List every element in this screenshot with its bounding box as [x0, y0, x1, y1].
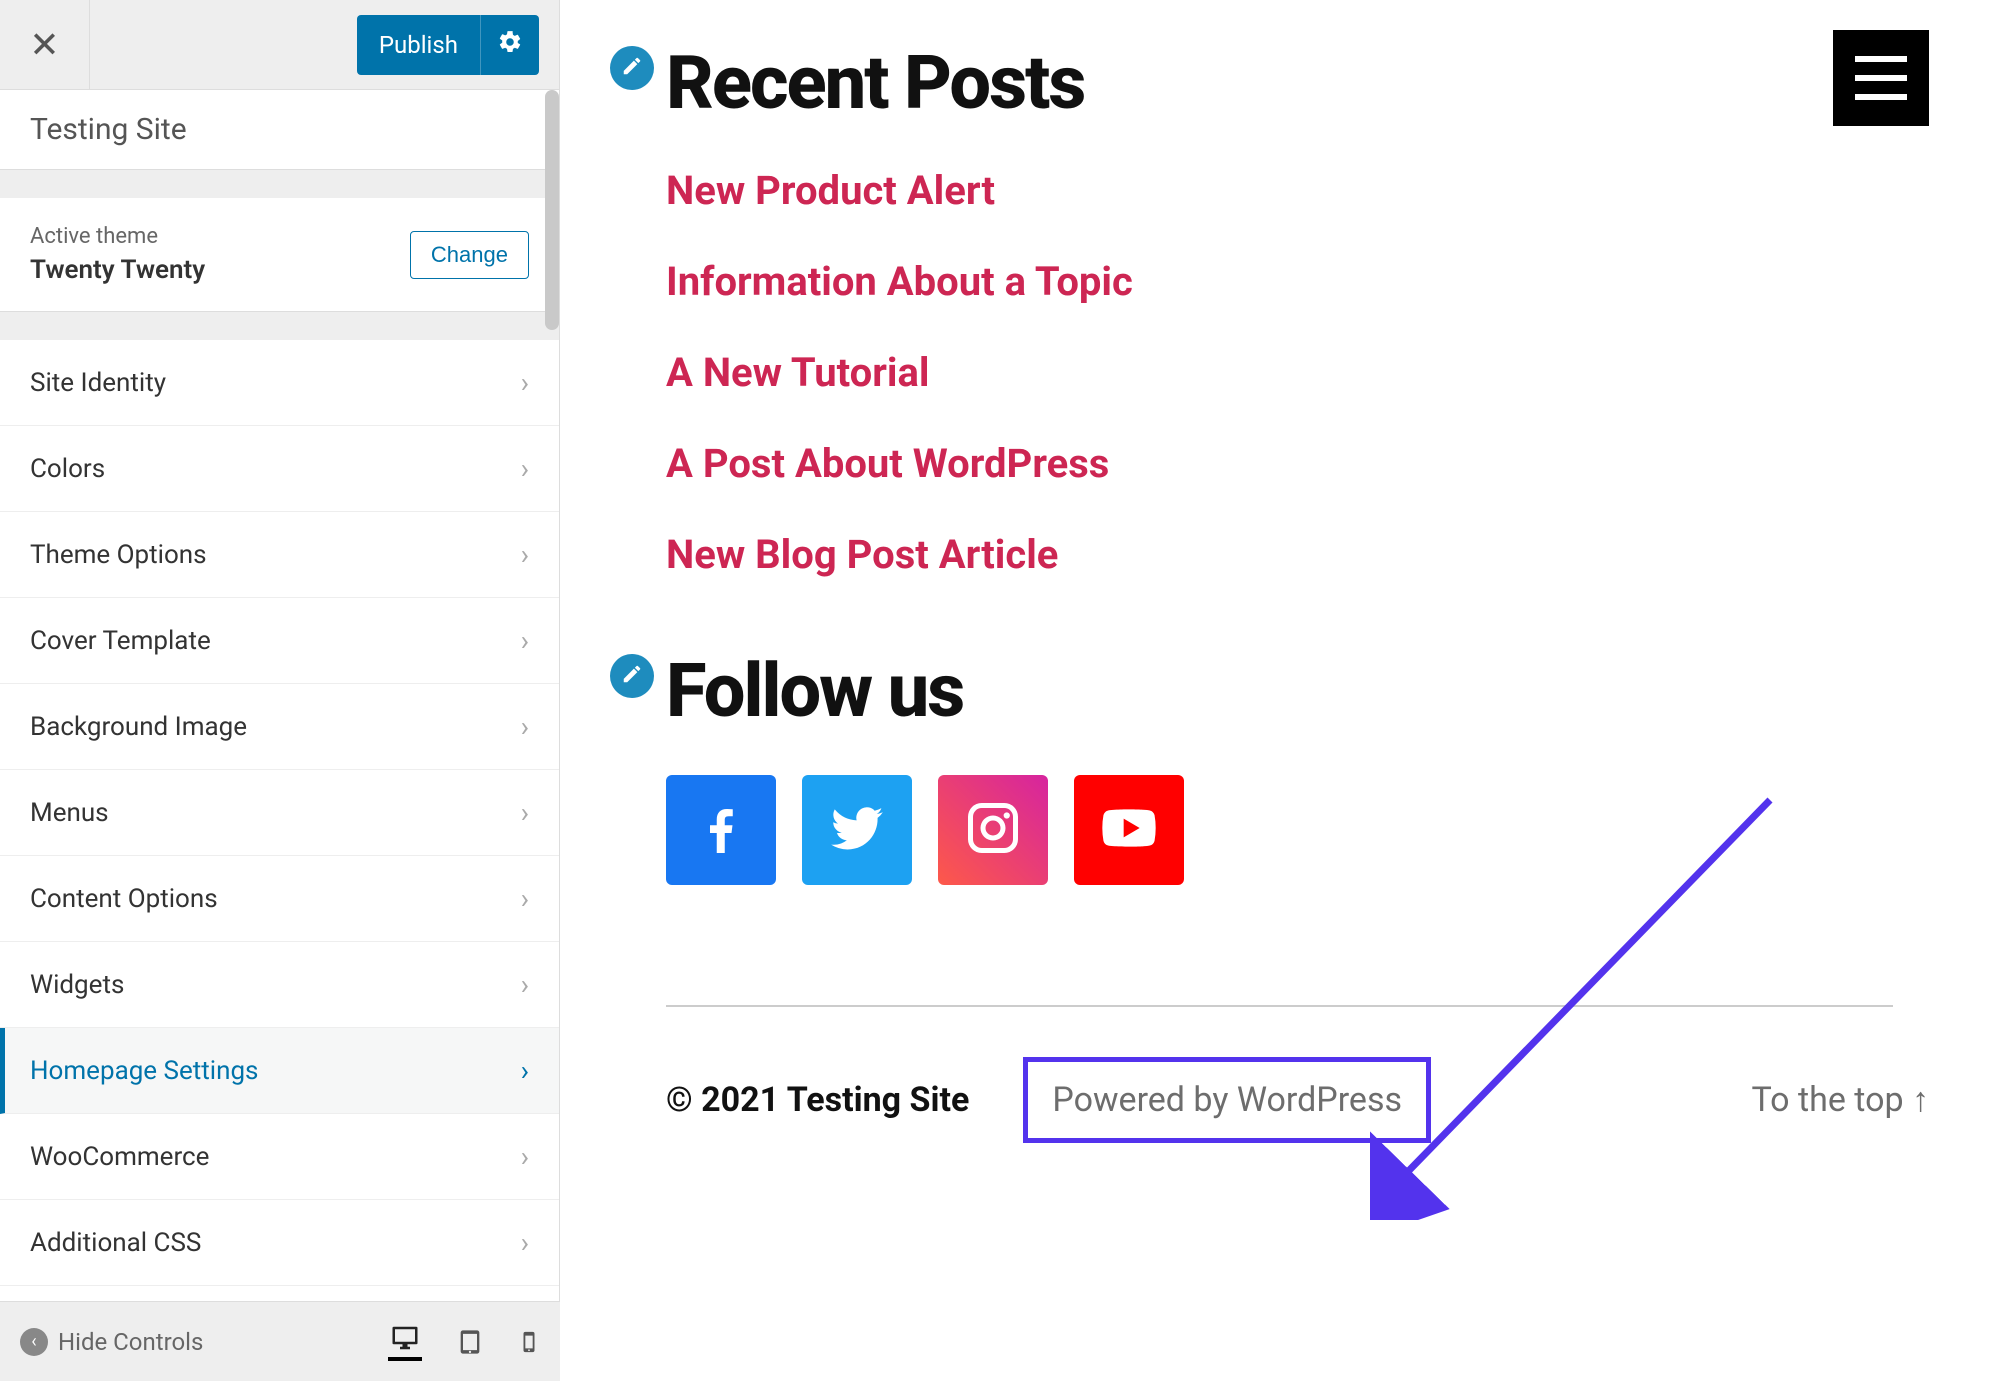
sidebar-top-bar: ✕ Publish — [0, 0, 559, 90]
footer-copyright: © 2021 Testing Site — [666, 1080, 969, 1120]
gear-icon — [497, 29, 523, 61]
post-link[interactable]: A Post About WordPress — [666, 440, 1939, 487]
facebook-icon — [691, 798, 751, 862]
spacer — [0, 312, 559, 340]
collapse-icon: ‹ — [20, 1328, 48, 1356]
preview-pane: Recent Posts New Product Alert Informati… — [580, 0, 1999, 1381]
facebook-button[interactable] — [666, 775, 776, 885]
menu-item-label: WooCommerce — [30, 1142, 209, 1172]
footer-divider — [666, 1005, 1893, 1007]
spacer — [0, 170, 559, 198]
menu-item-label: Menus — [30, 798, 109, 828]
device-preview-icons — [388, 1323, 540, 1361]
social-icons-row — [666, 775, 1939, 885]
menu-item-label: Colors — [30, 454, 105, 484]
menu-item-widgets[interactable]: Widgets › — [0, 942, 559, 1028]
menu-item-cover-template[interactable]: Cover Template › — [0, 598, 559, 684]
chevron-right-icon: › — [521, 1054, 529, 1087]
menu-item-label: Homepage Settings — [30, 1056, 258, 1086]
menu-item-woocommerce[interactable]: WooCommerce › — [0, 1114, 559, 1200]
menu-item-label: Additional CSS — [30, 1228, 201, 1258]
hide-controls-button[interactable]: ‹ Hide Controls — [20, 1328, 203, 1356]
chevron-right-icon: › — [521, 538, 529, 571]
pencil-icon — [621, 55, 643, 81]
edit-shortcut-button[interactable] — [610, 654, 654, 698]
active-theme-name: Twenty Twenty — [30, 255, 205, 285]
change-theme-button[interactable]: Change — [410, 231, 529, 279]
publish-button[interactable]: Publish — [357, 17, 480, 73]
close-icon: ✕ — [29, 24, 59, 66]
instagram-icon — [963, 798, 1023, 862]
youtube-icon — [1097, 796, 1161, 864]
follow-us-heading: Follow us — [666, 648, 1939, 735]
youtube-button[interactable] — [1074, 775, 1184, 885]
theme-labels: Active theme Twenty Twenty — [30, 224, 205, 285]
footer-powered-by[interactable]: Powered by WordPress — [1023, 1057, 1431, 1143]
menu-item-homepage-settings[interactable]: Homepage Settings › — [0, 1028, 559, 1114]
menu-item-colors[interactable]: Colors › — [0, 426, 559, 512]
active-theme-label: Active theme — [30, 224, 205, 249]
menu-item-label: Theme Options — [30, 540, 207, 570]
menu-item-content-options[interactable]: Content Options › — [0, 856, 559, 942]
edit-shortcut-button[interactable] — [610, 46, 654, 90]
desktop-preview-button[interactable] — [388, 1323, 422, 1361]
menu-item-label: Background Image — [30, 712, 247, 742]
to-top-link[interactable]: To the top ↑ — [1752, 1080, 1930, 1120]
chevron-right-icon: › — [521, 882, 529, 915]
chevron-right-icon: › — [521, 796, 529, 829]
sidebar-scrollbar[interactable] — [545, 90, 559, 330]
chevron-right-icon: › — [521, 452, 529, 485]
follow-us-section: Follow us — [620, 648, 1939, 735]
pencil-icon — [621, 663, 643, 689]
publish-group: Publish — [357, 15, 539, 75]
post-link[interactable]: A New Tutorial — [666, 349, 1939, 396]
menu-item-background-image[interactable]: Background Image › — [0, 684, 559, 770]
chevron-right-icon: › — [521, 968, 529, 1001]
menu-item-label: Site Identity — [30, 368, 166, 398]
recent-posts-list: New Product Alert Information About a To… — [666, 167, 1939, 578]
hide-controls-label: Hide Controls — [58, 1328, 203, 1356]
menu-item-label: Content Options — [30, 884, 218, 914]
site-title-row[interactable]: Testing Site — [0, 90, 559, 170]
chevron-right-icon: › — [521, 1226, 529, 1259]
chevron-right-icon: › — [521, 710, 529, 743]
menu-item-theme-options[interactable]: Theme Options › — [0, 512, 559, 598]
recent-posts-heading: Recent Posts — [666, 40, 1939, 127]
mobile-preview-button[interactable] — [518, 1325, 540, 1359]
tablet-preview-button[interactable] — [456, 1325, 484, 1359]
menu-item-additional-css[interactable]: Additional CSS › — [0, 1200, 559, 1286]
footer-row: © 2021 Testing Site Powered by WordPress… — [666, 1057, 1939, 1143]
chevron-right-icon: › — [521, 1140, 529, 1173]
active-theme-row: Active theme Twenty Twenty Change — [0, 198, 559, 312]
chevron-right-icon: › — [521, 366, 529, 399]
twitter-icon — [826, 797, 888, 863]
post-link[interactable]: New Blog Post Article — [666, 531, 1939, 578]
chevron-right-icon: › — [521, 624, 529, 657]
recent-posts-section: Recent Posts — [620, 40, 1939, 127]
publish-settings-button[interactable] — [480, 15, 539, 75]
customizer-menu-list: Site Identity › Colors › Theme Options ›… — [0, 340, 559, 1381]
customizer-bottom-bar: ‹ Hide Controls — [0, 1301, 560, 1381]
post-link[interactable]: Information About a Topic — [666, 258, 1939, 305]
post-link[interactable]: New Product Alert — [666, 167, 1939, 214]
instagram-button[interactable] — [938, 775, 1048, 885]
menu-item-label: Cover Template — [30, 626, 211, 656]
menu-item-site-identity[interactable]: Site Identity › — [0, 340, 559, 426]
menu-item-menus[interactable]: Menus › — [0, 770, 559, 856]
close-customizer-button[interactable]: ✕ — [0, 0, 90, 90]
menu-item-label: Widgets — [30, 970, 124, 1000]
twitter-button[interactable] — [802, 775, 912, 885]
customizer-sidebar: ✕ Publish Testing Site Active theme Twen… — [0, 0, 560, 1381]
